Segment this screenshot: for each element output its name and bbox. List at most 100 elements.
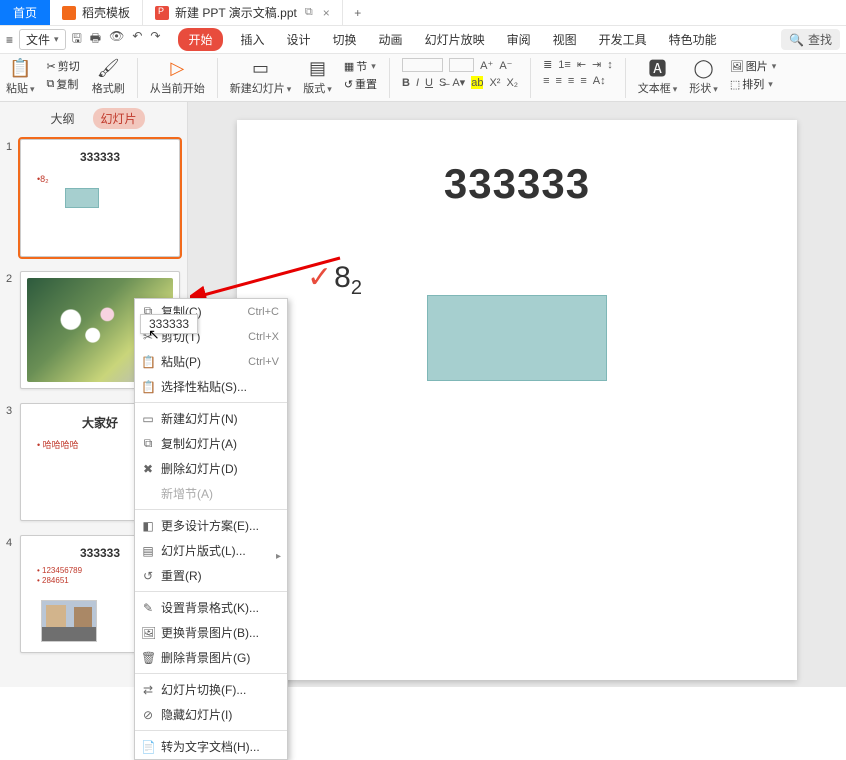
ctx-duplicate-slide[interactable]: ⧉复制幻灯片(A) (135, 431, 287, 456)
btn-cut-label: 剪切 (58, 58, 80, 74)
ctx-add-section-label: 新增节(A) (161, 485, 213, 502)
align-justify-icon[interactable]: ≡ (580, 75, 586, 87)
strike-icon[interactable]: S̶ (439, 76, 446, 89)
slide-thumb-1[interactable]: 333333 •8₂ (20, 139, 180, 257)
panel-tab-slides[interactable]: 幻灯片 (93, 108, 145, 129)
align-right-icon[interactable]: ≡ (568, 75, 574, 87)
panel-tabs: 大纲 幻灯片 (0, 102, 187, 135)
ribbon-tab-transition[interactable]: 切换 (329, 28, 361, 51)
tab-document-label: 新建 PPT 演示文稿.ppt (175, 4, 297, 21)
btn-from-current[interactable]: ▷ 从当前开始 (150, 58, 205, 96)
underline-icon[interactable]: U (425, 76, 433, 89)
btn-cut[interactable]: ✂ 剪切 (47, 58, 80, 74)
ribbon-tab-design[interactable]: 设计 (283, 28, 315, 51)
btn-copy[interactable]: ⧉ 复制 (47, 76, 80, 92)
qa-print-icon[interactable]: 🖶 (90, 29, 101, 50)
ctx-paste-special[interactable]: 📋选择性粘贴(S)... (135, 374, 287, 399)
ribbon-tab-animation[interactable]: 动画 (375, 28, 407, 51)
indent-dec-icon[interactable]: ⇤ (577, 58, 586, 71)
shrink-font-icon[interactable]: A⁻ (499, 58, 512, 72)
file-menu[interactable]: 文件 (19, 29, 66, 50)
ctx-duplicate-slide-label: 复制幻灯片(A) (161, 435, 237, 452)
btn-textbox[interactable]: 🅰 文本框 (638, 58, 678, 96)
check-icon: ✓ (307, 261, 332, 294)
qa-redo-icon[interactable]: ↷ (150, 29, 160, 50)
align-left-icon[interactable]: ≡ (543, 75, 549, 87)
ctx-paste[interactable]: 📋粘贴(P)Ctrl+V (135, 349, 287, 374)
ctx-bg-delete[interactable]: 🗑删除背景图片(G) (135, 645, 287, 670)
ctx-slide-layout[interactable]: ▤幻灯片版式(L)... (135, 538, 287, 563)
btn-layout[interactable]: ▤ 版式 (303, 58, 332, 96)
subscript-icon[interactable]: X₂ (506, 76, 518, 89)
tab-close-icon[interactable]: × (323, 6, 330, 20)
linespace-icon[interactable]: ↕ (607, 58, 613, 71)
slide-formula[interactable]: ✓82 (307, 260, 362, 300)
search-box[interactable]: 🔍 查找 (781, 29, 840, 50)
slide-title-text[interactable]: 333333 (237, 160, 797, 208)
numbering-icon[interactable]: 1≡ (558, 58, 571, 71)
btn-arrange-label: 排列 (742, 76, 764, 92)
btn-section[interactable]: ▦ 节 (344, 58, 377, 74)
paste-icon: 📋 (9, 58, 31, 78)
tab-document[interactable]: 新建 PPT 演示文稿.ppt ⧉ × (143, 0, 343, 25)
qa-undo-icon[interactable]: ↶ (132, 29, 142, 50)
ctx-bg-format-label: 设置背景格式(K)... (161, 599, 259, 616)
superscript-icon[interactable]: X² (489, 76, 500, 89)
ribbon-tab-insert[interactable]: 插入 (237, 28, 269, 51)
btn-paste[interactable]: 📋 粘贴 (6, 58, 35, 96)
indent-inc-icon[interactable]: ⇥ (592, 58, 601, 71)
btn-shape[interactable]: ◯ 形状 (689, 58, 718, 96)
shape-icon: ◯ (693, 58, 713, 78)
ctx-new-slide[interactable]: ▭新建幻灯片(N) (135, 406, 287, 431)
font-size-combo[interactable] (449, 58, 474, 72)
slide-canvas[interactable]: 333333 ✓82 (237, 120, 797, 680)
ctx-hide-slide[interactable]: ⊘隐藏幻灯片(I) (135, 702, 287, 727)
para-row-1: ≣ 1≡ ⇤ ⇥ ↕ (543, 58, 613, 71)
fontcolor-icon[interactable]: A▾ (452, 76, 465, 89)
ctx-to-word[interactable]: 📄转为文字文档(H)... (135, 734, 287, 759)
ribbon-tab-features[interactable]: 特色功能 (665, 28, 721, 51)
ctx-transition-label: 幻灯片切换(F)... (161, 681, 246, 698)
tab-new[interactable]: + (343, 0, 373, 25)
btn-arrange[interactable]: ⬚ 排列 (730, 76, 777, 92)
ribbon-tab-devtools[interactable]: 开发工具 (595, 28, 651, 51)
thumb-image-street (41, 600, 97, 642)
ctx-bg-image[interactable]: 🖼更换背景图片(B)... (135, 620, 287, 645)
tab-home[interactable]: 首页 (0, 0, 50, 25)
btn-picture[interactable]: 🖼 图片 (730, 58, 777, 74)
ctx-bg-format[interactable]: ✎设置背景格式(K)... (135, 595, 287, 620)
font-name-combo[interactable] (402, 58, 443, 72)
work-area: 大纲 幻灯片 1 333333 •8₂ 2 3 大 (0, 102, 846, 687)
btn-reset[interactable]: ↺ 重置 (344, 76, 377, 92)
grow-font-icon[interactable]: A⁺ (480, 58, 493, 72)
ribbon-tab-start[interactable]: 开始 (178, 28, 222, 51)
btn-formatpainter[interactable]: 🖌 格式刷 (92, 58, 125, 96)
btn-new-slide[interactable]: ▭ 新建幻灯片 (230, 58, 292, 96)
panel-tab-outline[interactable]: 大纲 (42, 108, 82, 129)
ribbon-tab-review[interactable]: 审阅 (503, 28, 535, 51)
slide-rectangle-shape[interactable] (427, 295, 607, 381)
btn-copy-label: 复制 (56, 76, 78, 92)
ctx-delete-slide[interactable]: ✖删除幻灯片(D) (135, 456, 287, 481)
textdir-icon[interactable]: A↕ (593, 75, 606, 87)
ribbon-tab-slideshow[interactable]: 幻灯片放映 (421, 28, 489, 51)
ctx-separator (135, 673, 287, 674)
qa-save-icon[interactable]: 🖫 (72, 29, 82, 50)
italic-icon[interactable]: I (416, 76, 419, 89)
highlight-icon[interactable]: ab (471, 76, 483, 89)
qa-preview-icon[interactable]: 👁 (109, 29, 124, 50)
btn-formatpainter-label: 格式刷 (92, 80, 125, 96)
ctx-more-designs[interactable]: ◧更多设计方案(E)... (135, 513, 287, 538)
tab-template-label: 稻壳模板 (82, 4, 130, 21)
menu-icon[interactable]: ≡ (6, 33, 13, 47)
ctx-reset[interactable]: ↺重置(R) (135, 563, 287, 588)
ribbon-tab-view[interactable]: 视图 (549, 28, 581, 51)
ctx-transition[interactable]: ⇄幻灯片切换(F)... (135, 677, 287, 702)
align-center-icon[interactable]: ≡ (555, 75, 561, 87)
bold-icon[interactable]: B (402, 76, 410, 89)
ctx-copy-shortcut: Ctrl+C (248, 306, 279, 318)
separator (625, 58, 626, 98)
tab-duplicate-icon[interactable]: ⧉ (305, 6, 313, 19)
bullets-icon[interactable]: ≣ (543, 58, 552, 71)
tab-template[interactable]: 稻壳模板 (50, 0, 143, 25)
